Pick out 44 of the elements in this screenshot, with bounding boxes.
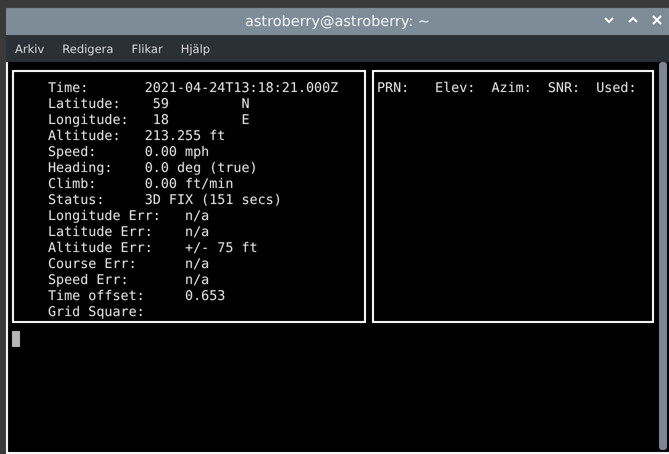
field-label: Longitude: [48, 113, 130, 129]
field-label: Course Err: [48, 257, 138, 273]
field-value: +/- 75 ft [185, 241, 258, 257]
field-value: 59 [152, 97, 170, 113]
field-value: 2021-04-24T13:18:21.000Z [144, 81, 338, 97]
close-icon[interactable] [651, 14, 663, 26]
column-header: Azim: [491, 81, 532, 97]
field-label: Grid Square: [48, 305, 146, 321]
hemisphere-value: E [241, 113, 250, 129]
menu-item[interactable]: Flikar [131, 42, 163, 56]
field-value: 0.0 deg (true) [144, 161, 258, 177]
field-label: Status: [48, 193, 106, 209]
menu-item[interactable]: Hjälp [180, 42, 210, 56]
menu-item[interactable]: Arkiv [15, 42, 44, 56]
field-value: n/a [185, 257, 210, 273]
field-label: Time: [48, 81, 90, 97]
scrollbar[interactable] [659, 62, 667, 450]
field-label: Time offset: [48, 289, 146, 305]
hemisphere-value: N [241, 97, 250, 113]
field-label: Speed: [48, 145, 98, 161]
column-header: Elev: [435, 81, 476, 97]
field-value: 3D FIX (151 secs) [144, 193, 282, 209]
column-header: SNR: [548, 81, 580, 97]
window-title: astroberry@astroberry: ~ [244, 14, 430, 30]
field-value: 18 [152, 113, 170, 129]
field-label: Climb: [48, 177, 98, 193]
column-header: PRN: [377, 81, 410, 97]
field-value: n/a [185, 273, 210, 289]
field-value: n/a [185, 209, 210, 225]
menu-item[interactable]: Redigera [62, 42, 114, 56]
field-value: 213.255 ft [144, 129, 226, 145]
field-label: Longitude Err: [48, 209, 162, 225]
text-cursor [12, 331, 20, 347]
field-value: n/a [185, 225, 210, 241]
field-value: 0.00 ft/min [144, 177, 234, 193]
column-header: Used: [596, 81, 637, 97]
field-label: Heading: [48, 161, 114, 177]
field-label: Altitude: [48, 129, 122, 145]
field-label: Latitude Err: [48, 225, 154, 241]
field-value: 0.653 [185, 289, 226, 305]
field-label: Altitude Err: [48, 241, 154, 257]
field-label: Latitude: [48, 97, 122, 113]
field-label: Speed Err: [48, 273, 130, 289]
field-value: 0.00 mph [144, 145, 210, 161]
